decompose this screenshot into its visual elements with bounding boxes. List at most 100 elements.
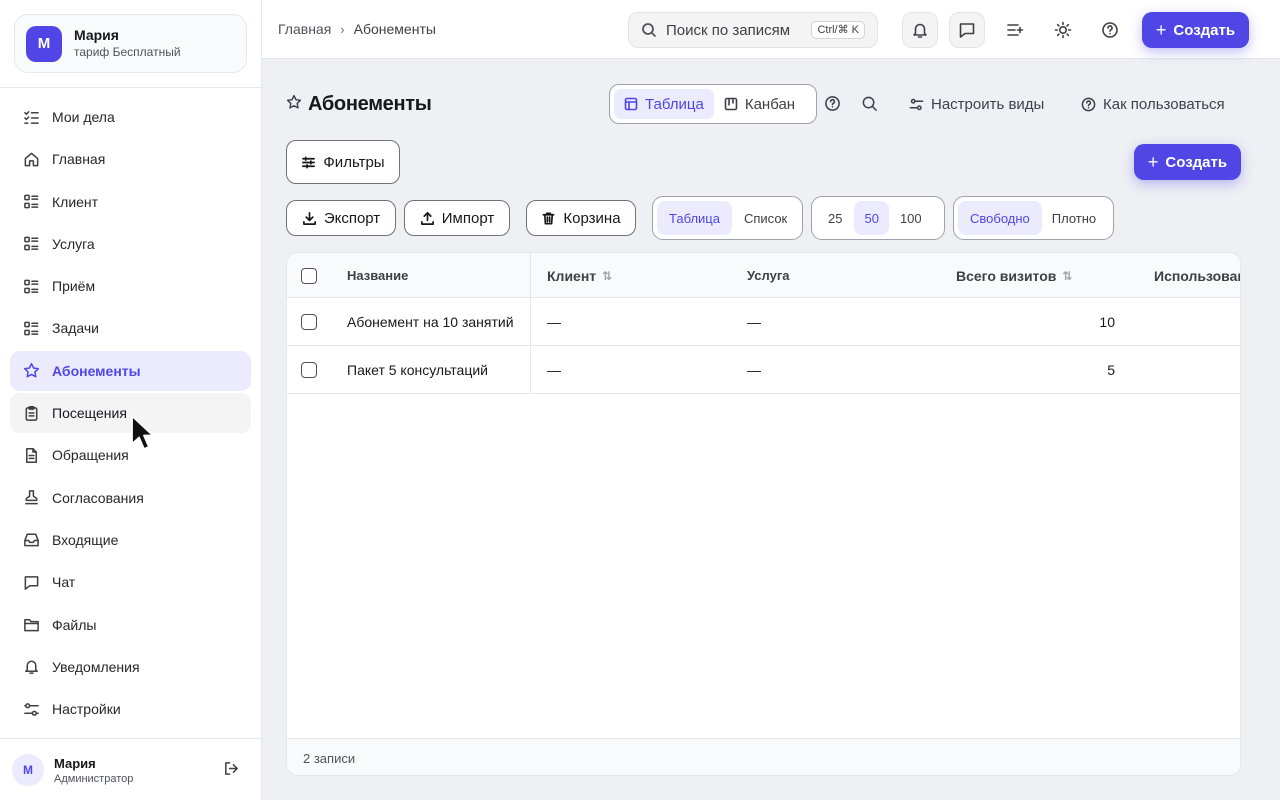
sidebar-item-subscriptions[interactable]: Абонементы: [10, 350, 251, 391]
filters-button[interactable]: Фильтры: [286, 140, 400, 184]
sidebar-item-client[interactable]: Клиент: [10, 182, 251, 222]
column-header-label: Клиент: [547, 267, 597, 284]
chat-icon: [959, 23, 975, 38]
chat-icon: [22, 573, 40, 591]
favorite-star-icon[interactable]: [286, 94, 302, 115]
column-header-service[interactable]: Услуга: [747, 253, 789, 298]
configure-views-label: Настроить виды: [931, 95, 1045, 113]
sidebar-item-tasks[interactable]: Задачи: [10, 308, 251, 348]
table-header: Название Клиент ⇅ Услуга Всего визитов ⇅…: [287, 253, 1240, 298]
configure-views-button[interactable]: Настроить виды: [909, 94, 1044, 114]
theme-toggle-button[interactable]: [1045, 12, 1081, 48]
trash-button[interactable]: Корзина: [526, 200, 636, 236]
star-icon: [22, 362, 40, 380]
cell-name: Пакет 5 консультаций: [347, 361, 488, 378]
sidebar-item-label: Абонементы: [52, 362, 141, 379]
cell-total-visits: 5: [1107, 361, 1115, 378]
view-switcher: Таблица Канбан: [609, 84, 817, 124]
view-table-tab[interactable]: Таблица: [614, 89, 714, 119]
sidebar-item-inbox[interactable]: Входящие: [10, 520, 251, 560]
clipboard-icon: [22, 404, 40, 422]
logout-icon[interactable]: [223, 760, 243, 780]
page-title: Абонементы: [308, 92, 432, 115]
sort-icon: ⇅: [1062, 268, 1073, 283]
sidebar-item-settings[interactable]: Настройки: [10, 689, 251, 729]
table-row[interactable]: Абонемент на 10 занятий — — 10: [287, 298, 1240, 346]
how-to-use-button[interactable]: Как пользоваться: [1081, 94, 1225, 114]
sidebar-item-approvals[interactable]: Согласования: [10, 478, 251, 518]
search-input[interactable]: [666, 21, 794, 39]
page-size-25[interactable]: 25: [816, 201, 854, 235]
search-box[interactable]: Ctrl/⌘ K: [628, 12, 878, 48]
column-header-client[interactable]: Клиент ⇅: [547, 253, 612, 298]
workspace-switcher[interactable]: М Мария тариф Бесплатный: [14, 14, 247, 73]
notifications-button[interactable]: [902, 12, 938, 48]
select-all-checkbox[interactable]: [301, 253, 317, 298]
export-button[interactable]: Экспорт: [286, 200, 396, 236]
page-search-icon[interactable]: [861, 95, 879, 113]
column-header-used[interactable]: Использовано: [1154, 253, 1240, 298]
table-footer-count: 2 записи: [287, 738, 1240, 775]
export-label: Экспорт: [323, 209, 381, 227]
breadcrumb-home[interactable]: Главная: [278, 21, 331, 37]
stamp-icon: [22, 489, 40, 507]
create-button[interactable]: + Создать: [1134, 144, 1241, 180]
density-free[interactable]: Свободно: [958, 201, 1042, 235]
create-button-top[interactable]: + Создать: [1142, 12, 1249, 48]
cell-service: —: [747, 361, 761, 378]
workspace-avatar: М: [26, 25, 62, 62]
display-mode-table[interactable]: Таблица: [657, 201, 732, 235]
column-header-name[interactable]: Название: [347, 253, 408, 298]
sidebar-item-files[interactable]: Файлы: [10, 605, 251, 645]
views-help-icon[interactable]: [824, 95, 842, 113]
topbar: Главная › Абонементы Ctrl/⌘ K + Создать: [262, 0, 1280, 59]
mouse-cursor-icon: [131, 415, 154, 450]
import-button[interactable]: Импорт: [404, 200, 510, 236]
list-icon: [22, 277, 40, 295]
bell-icon: [913, 23, 927, 38]
how-to-use-label: Как пользоваться: [1103, 95, 1225, 113]
sidebar-item-label: Задачи: [52, 320, 100, 337]
create-label: Создать: [1173, 21, 1236, 39]
breadcrumb: Главная › Абонементы: [278, 21, 436, 37]
user-role: Администратор: [54, 772, 134, 785]
user-profile[interactable]: М Мария Администратор: [12, 752, 247, 788]
create-label: Создать: [1165, 153, 1228, 171]
column-header-total-visits[interactable]: Всего визитов ⇅: [956, 253, 1072, 298]
download-icon: [302, 211, 316, 225]
list-icon: [22, 193, 40, 211]
cell-client: —: [547, 361, 561, 378]
sidebar-item-service[interactable]: Услуга: [10, 224, 251, 264]
upload-icon: [420, 211, 434, 225]
row-checkbox[interactable]: [301, 346, 317, 393]
sort-icon: ⇅: [602, 268, 613, 283]
list-check-icon: [22, 108, 40, 126]
sidebar-item-home[interactable]: Главная: [10, 139, 251, 179]
density-compact[interactable]: Плотно: [1042, 201, 1106, 235]
sidebar-item-chat[interactable]: Чат: [10, 562, 251, 602]
table-icon: [624, 97, 638, 111]
settings-sliders-icon: [909, 98, 924, 110]
view-table-label: Таблица: [645, 95, 704, 113]
import-label: Импорт: [441, 209, 495, 227]
search-icon: [642, 23, 657, 38]
workspace-name: Мария: [74, 27, 119, 43]
view-kanban-tab[interactable]: Канбан: [714, 89, 805, 119]
add-task-button[interactable]: [997, 12, 1033, 48]
table-row[interactable]: Пакет 5 консультаций — — 5: [287, 346, 1240, 394]
list-icon: [22, 235, 40, 253]
sidebar-item-notifications[interactable]: Уведомления: [10, 647, 251, 687]
document-icon: [22, 446, 40, 464]
row-checkbox[interactable]: [301, 298, 317, 345]
display-mode-list[interactable]: Список: [732, 201, 799, 235]
sidebar-item-label: Услуга: [52, 235, 95, 252]
density-toggle: Свободно Плотно: [953, 196, 1114, 240]
help-button[interactable]: [1092, 12, 1128, 48]
sidebar-item-my-tasks[interactable]: Мои дела: [10, 97, 251, 137]
sidebar-item-appointment[interactable]: Приём: [10, 266, 251, 306]
chat-button[interactable]: [949, 12, 985, 48]
page-size-50[interactable]: 50: [854, 201, 889, 235]
records-table: Название Клиент ⇅ Услуга Всего визитов ⇅…: [286, 252, 1241, 776]
page-size-100[interactable]: 100: [889, 201, 933, 235]
sun-icon: [1054, 21, 1072, 39]
